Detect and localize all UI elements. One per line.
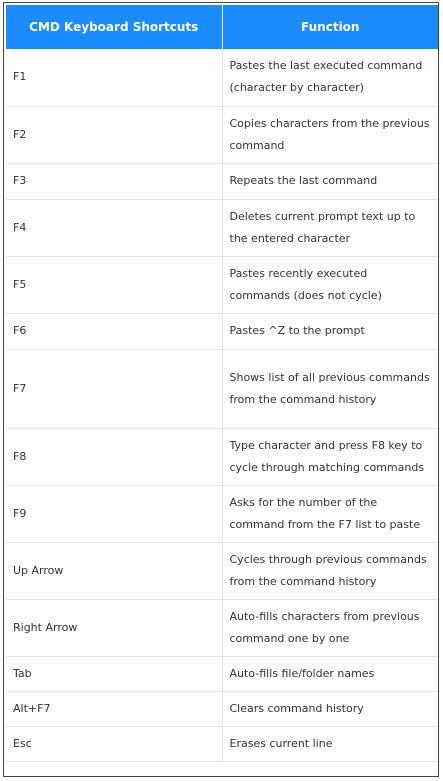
shortcut-function: Repeats the last command <box>222 163 438 200</box>
table-row: F6 Pastes ^Z to the prompt <box>6 313 438 350</box>
table-header: CMD Keyboard Shortcuts Function <box>6 5 438 49</box>
shortcut-key: F6 <box>6 313 223 350</box>
shortcut-key: F1 <box>6 49 223 107</box>
shortcut-function: Erases current line <box>222 726 438 762</box>
shortcut-key: F4 <box>6 199 223 257</box>
shortcut-key: Right Arrow <box>6 599 223 657</box>
table-row: Right Arrow Auto-fills characters from p… <box>6 599 438 657</box>
shortcut-function: Clears command history <box>222 691 438 727</box>
shortcut-function: Pastes ^Z to the prompt <box>222 313 438 350</box>
shortcut-key: Tab <box>6 656 223 692</box>
shortcut-function: Auto-fills file/folder names <box>222 656 438 692</box>
table-row: Tab Auto-fills file/folder names <box>6 656 438 692</box>
header-shortcuts: CMD Keyboard Shortcuts <box>6 5 223 49</box>
shortcut-key: F5 <box>6 256 223 314</box>
shortcut-key: F3 <box>6 163 223 200</box>
shortcut-key: F7 <box>6 349 223 429</box>
shortcuts-table: CMD Keyboard Shortcuts Function F1 Paste… <box>6 5 438 762</box>
shortcut-key: Esc <box>6 726 223 762</box>
shortcut-function: Pastes recently executed commands (does … <box>222 256 438 314</box>
header-row: CMD Keyboard Shortcuts Function <box>6 5 438 49</box>
shortcut-function: Shows list of all previous commands from… <box>222 349 438 429</box>
shortcuts-table-frame: CMD Keyboard Shortcuts Function F1 Paste… <box>3 2 439 777</box>
shortcut-function: Cycles through previous commands from th… <box>222 542 438 600</box>
shortcut-function: Pastes the last executed command (charac… <box>222 49 438 107</box>
shortcut-function: Asks for the number of the command from … <box>222 485 438 543</box>
table-row: F9 Asks for the number of the command fr… <box>6 485 438 543</box>
shortcut-function: Auto-fills characters from previous comm… <box>222 599 438 657</box>
shortcut-key: F2 <box>6 106 223 164</box>
table-row: F7 Shows list of all previous commands f… <box>6 349 438 429</box>
table-row: Up Arrow Cycles through previous command… <box>6 542 438 600</box>
table-row: F8 Type character and press F8 key to cy… <box>6 428 438 486</box>
shortcut-key: F9 <box>6 485 223 543</box>
shortcut-function: Copies characters from the previous comm… <box>222 106 438 164</box>
shortcut-key: Up Arrow <box>6 542 223 600</box>
shortcut-function: Type character and press F8 key to cycle… <box>222 428 438 486</box>
table-row: Esc Erases current line <box>6 726 438 762</box>
table-row: F4 Deletes current prompt text up to the… <box>6 199 438 257</box>
shortcut-key: F8 <box>6 428 223 486</box>
shortcut-key: Alt+F7 <box>6 691 223 727</box>
table-body: F1 Pastes the last executed command (cha… <box>6 49 438 762</box>
table-row: F3 Repeats the last command <box>6 163 438 200</box>
shortcut-function: Deletes current prompt text up to the en… <box>222 199 438 257</box>
table-row: F2 Copies characters from the previous c… <box>6 106 438 164</box>
table-row: F5 Pastes recently executed commands (do… <box>6 256 438 314</box>
header-function: Function <box>222 5 438 49</box>
table-row: F1 Pastes the last executed command (cha… <box>6 49 438 107</box>
table-row: Alt+F7 Clears command history <box>6 691 438 727</box>
